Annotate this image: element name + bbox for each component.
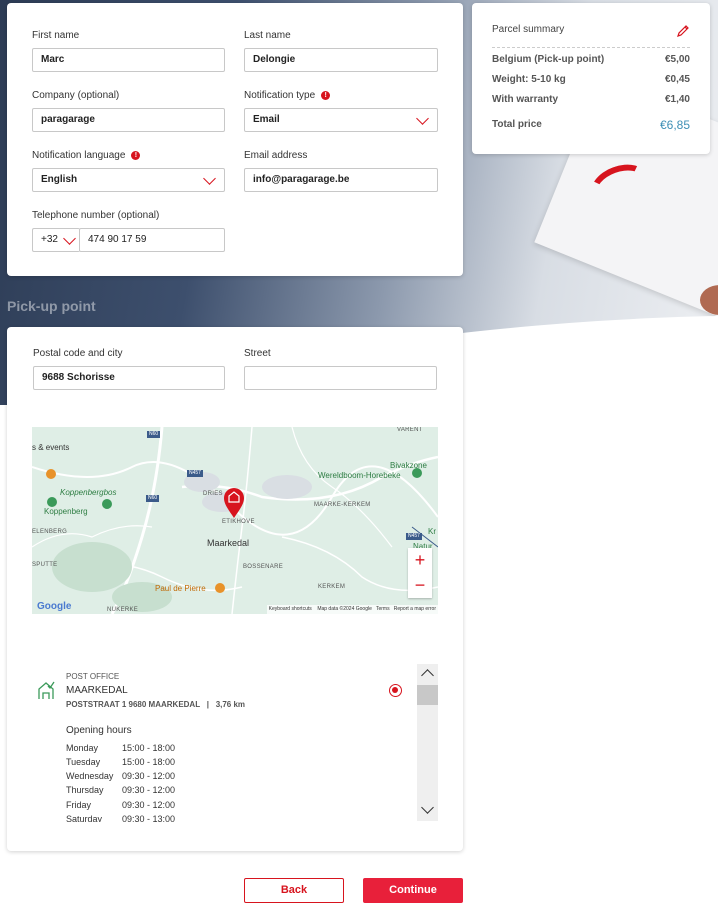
- restaurant-icon: [46, 469, 56, 479]
- company-label: Company (optional): [32, 90, 120, 101]
- last-name-label: Last name: [244, 30, 291, 41]
- chevron-down-icon: [416, 112, 429, 125]
- hours-row: Friday 09:30 - 12:00: [66, 800, 176, 810]
- scroll-up-icon[interactable]: [421, 669, 434, 682]
- map-label: Koppenberg: [44, 507, 88, 516]
- hours-row: Wednesday 09:30 - 12:00: [66, 771, 176, 781]
- summary-row: With warranty €1,40: [492, 94, 690, 105]
- opening-hours-title: Opening hours: [66, 725, 132, 736]
- zoom-out-button[interactable]: −: [408, 573, 432, 598]
- zoom-in-button[interactable]: +: [408, 548, 432, 573]
- tree-icon: [47, 497, 57, 507]
- map-label: s & events: [32, 443, 70, 452]
- summary-title: Parcel summary: [492, 24, 565, 35]
- map-data-text: Map data ©2024 Google: [317, 606, 372, 612]
- map-label: ELENBERG: [32, 529, 68, 535]
- chevron-down-icon: [203, 172, 216, 185]
- zoom-control: + −: [408, 548, 432, 598]
- post-office-icon: [38, 681, 55, 699]
- telephone-label: Telephone number (optional): [32, 210, 160, 221]
- email-input[interactable]: info@paragarage.be: [244, 168, 438, 192]
- scroll-thumb[interactable]: [417, 685, 438, 705]
- restaurant-icon: [215, 583, 225, 593]
- info-icon[interactable]: !: [131, 151, 141, 160]
- telephone-input[interactable]: 474 90 17 59: [79, 228, 225, 252]
- map-label: Kr: [428, 527, 436, 536]
- parcel-summary-card: Parcel summary Belgium (Pick-up point) €5…: [472, 3, 710, 154]
- hours-row: Saturday 09:30 - 13:00: [66, 814, 176, 822]
- location-type: POST OFFICE: [66, 672, 120, 681]
- location-name: MAARKEDAL: [66, 685, 128, 696]
- road-label: N457: [187, 470, 203, 477]
- scroll-down-icon[interactable]: [421, 801, 434, 814]
- pencil-icon[interactable]: [676, 24, 690, 38]
- location-address: POSTSTRAAT 1 9680 MAARKEDAL | 3,76 km: [66, 700, 246, 709]
- map-label: ETIKHOVE: [222, 519, 255, 525]
- map-label: MAARKE-KERKEM: [314, 502, 371, 508]
- notification-type-label: Notification type!: [244, 90, 331, 101]
- selected-radio[interactable]: [389, 684, 402, 697]
- email-label: Email address: [244, 150, 308, 161]
- continue-button[interactable]: Continue: [363, 878, 463, 903]
- pickup-location-list[interactable]: POST OFFICE MAARKEDAL POSTSTRAAT 1 9680 …: [32, 664, 438, 822]
- map-label: DRIES: [203, 491, 223, 497]
- map-footer: Keyboard shortcuts Map data ©2024 Google…: [266, 605, 438, 614]
- map-label: KERKEM: [318, 584, 346, 590]
- road-label: N60: [146, 495, 160, 502]
- pickup-point-card: Postal code and city 9688 Schorisse Stre…: [7, 327, 463, 851]
- hours-row: Thursday 09:30 - 12:00: [66, 785, 176, 795]
- map[interactable]: s & events Koppenbergbos Koppenberg ELEN…: [32, 427, 438, 614]
- google-logo: Google: [37, 601, 72, 612]
- divider: [492, 47, 690, 48]
- first-name-input[interactable]: Marc: [32, 48, 225, 72]
- keyboard-shortcuts-link[interactable]: Keyboard shortcuts: [269, 606, 312, 612]
- map-label: Koppenbergbos: [60, 488, 117, 497]
- chevron-down-icon: [63, 232, 76, 245]
- tree-icon: [102, 499, 112, 509]
- notification-type-select[interactable]: Email: [244, 108, 438, 132]
- report-error-link[interactable]: Report a map error: [394, 606, 436, 612]
- map-label: SPUTTE: [32, 562, 58, 568]
- postal-input[interactable]: 9688 Schorisse: [33, 366, 225, 390]
- pickup-section-title: Pick-up point: [7, 298, 96, 314]
- total-row: Total price €6,85: [492, 118, 690, 132]
- back-button[interactable]: Back: [244, 878, 344, 903]
- hours-row: Monday 15:00 - 18:00: [66, 743, 176, 753]
- notification-language-select[interactable]: English: [32, 168, 225, 192]
- summary-row: Weight: 5-10 kg €0,45: [492, 74, 690, 85]
- notification-language-label: Notification language!: [32, 150, 141, 161]
- map-label: VARENT: [397, 427, 423, 433]
- hours-row: Tuesday 15:00 - 18:00: [66, 757, 176, 767]
- tree-icon: [412, 468, 422, 478]
- street-input[interactable]: [244, 366, 437, 390]
- map-label: NUKERKE: [107, 607, 139, 613]
- company-input[interactable]: paragarage: [32, 108, 225, 132]
- road-label: N60: [147, 431, 161, 438]
- last-name-input[interactable]: Delongie: [244, 48, 438, 72]
- street-label: Street: [244, 348, 271, 359]
- terms-link[interactable]: Terms: [376, 606, 390, 612]
- first-name-label: First name: [32, 30, 80, 41]
- marker-pin-icon[interactable]: [223, 487, 245, 519]
- contact-details-card: First name Marc Last name Delongie Compa…: [7, 3, 463, 276]
- map-label: Paul de Pierre: [155, 584, 206, 593]
- list-scrollbar[interactable]: [417, 664, 438, 821]
- map-label: Maarkedal: [207, 538, 250, 548]
- summary-row: Belgium (Pick-up point) €5,00: [492, 54, 690, 65]
- map-label: Wereldboom-Horebeke: [318, 471, 401, 480]
- road-label: N457: [406, 533, 422, 540]
- postal-label: Postal code and city: [33, 348, 123, 359]
- info-icon[interactable]: !: [321, 91, 331, 100]
- map-label: BOSSENARE: [243, 564, 284, 570]
- phone-prefix-select[interactable]: +32: [32, 228, 80, 252]
